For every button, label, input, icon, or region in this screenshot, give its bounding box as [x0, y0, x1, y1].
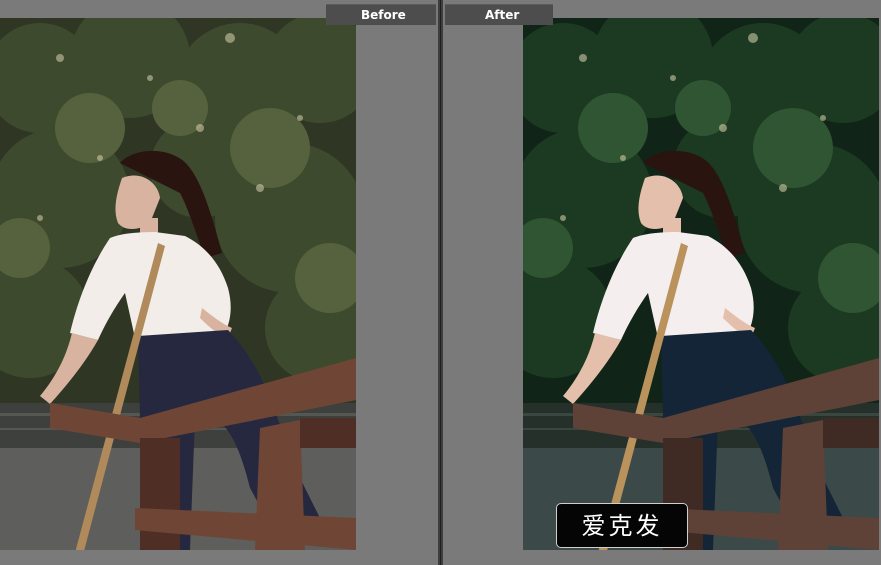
- after-photo: [523, 18, 879, 550]
- before-view: Before: [0, 0, 438, 565]
- before-photo: [0, 18, 356, 550]
- watermark-logo: 爱克发: [556, 503, 688, 548]
- before-label: Before: [326, 4, 436, 25]
- after-view: After 爱克发: [443, 0, 881, 565]
- after-label: After: [445, 4, 553, 25]
